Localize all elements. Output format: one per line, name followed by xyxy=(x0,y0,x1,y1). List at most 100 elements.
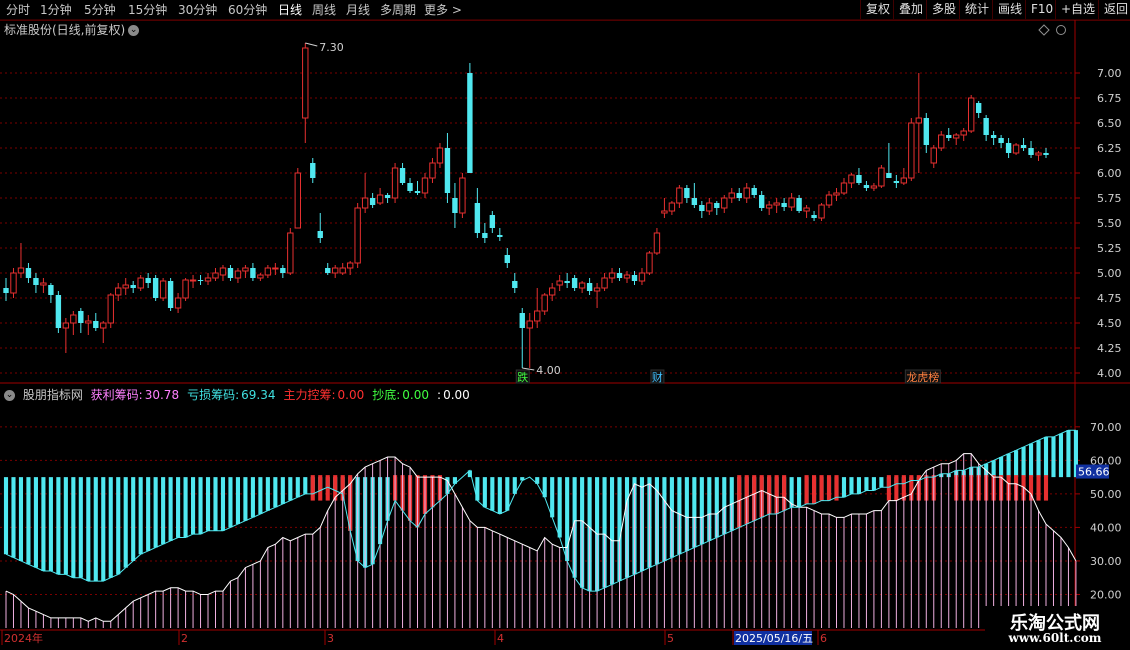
candle-body-up xyxy=(848,174,855,184)
candle-body-down xyxy=(33,278,39,285)
chevron-down-icon[interactable]: ⌄ xyxy=(4,390,15,401)
candle-body-up xyxy=(85,320,92,324)
candle-body-down xyxy=(317,231,323,238)
candle-body-up xyxy=(743,187,750,199)
max-marker-line xyxy=(305,42,318,47)
indicator-tick-label: 30.00 xyxy=(1090,555,1122,568)
candle-body-down xyxy=(399,168,406,183)
min-price-label: 4.00 xyxy=(536,364,561,377)
candle-body-down xyxy=(519,313,525,328)
indicator-tick-label: 20.00 xyxy=(1090,588,1122,601)
candle-body-up xyxy=(137,277,144,289)
candle-body-up xyxy=(122,284,129,289)
candle-body-up xyxy=(182,279,189,299)
candle-body-up xyxy=(870,185,878,189)
candle-body-down xyxy=(325,268,331,273)
candle-body-up xyxy=(788,197,795,208)
time-label-4: 5 xyxy=(667,632,674,645)
max-price-label: 7.30 xyxy=(319,41,344,54)
candle-body-down xyxy=(474,203,481,233)
candle-body-down xyxy=(990,135,997,138)
price-tick-label: 4.75 xyxy=(1097,292,1122,305)
circle-icon xyxy=(1056,25,1066,35)
candle-body-up xyxy=(548,287,556,296)
candle-body-up xyxy=(234,270,242,279)
candle-body-up xyxy=(638,272,646,282)
candle-body-up xyxy=(17,267,25,274)
time-label-0: 2024年 xyxy=(4,631,43,645)
candle-body-up xyxy=(534,310,541,322)
candle-body-down xyxy=(923,118,929,145)
indicator-tick-label: 50.00 xyxy=(1090,488,1122,501)
candle-body-down xyxy=(310,163,316,178)
candle-body-up xyxy=(526,320,533,329)
candle-body-up xyxy=(40,282,47,286)
indicator-tick-label: 40.00 xyxy=(1090,521,1122,534)
candle-body-up xyxy=(676,187,683,204)
time-label-6: 6 xyxy=(820,632,827,645)
price-tick-label: 6.50 xyxy=(1097,117,1122,130)
candle-body-up xyxy=(429,162,436,179)
indicator-item-label: : xyxy=(437,388,442,402)
candle-body-up xyxy=(332,267,339,274)
candle-body-down xyxy=(407,183,413,191)
watermark-url: www.60lt.com xyxy=(1008,631,1102,645)
candle-body-down xyxy=(571,278,578,288)
event-tag-0: 跌 xyxy=(517,370,528,384)
candle-body-up xyxy=(833,192,840,196)
candle-body-down xyxy=(781,203,787,207)
candle-body-down xyxy=(414,191,421,193)
candle-body-up xyxy=(287,232,294,274)
candle-body-down xyxy=(482,233,488,238)
candle-body-up xyxy=(601,277,608,289)
candle-body-up xyxy=(115,287,122,296)
candle-body-down xyxy=(736,193,742,198)
candle-body-up xyxy=(219,267,227,276)
candle-body-down xyxy=(946,135,952,138)
candle-body-down xyxy=(1020,145,1027,148)
indicator-item-2: 主力控筹: 0.00 xyxy=(283,388,368,402)
candle-body-down xyxy=(699,205,705,211)
candle-body-up xyxy=(459,177,466,214)
candle-body-up xyxy=(354,207,361,264)
candle-body-down xyxy=(758,195,765,208)
indicator-values: 获利筹码: 30.78 亏损筹码: 69.34 主力控筹: 0.00 抄底: 0.00:0.0… xyxy=(91,388,478,402)
candle-body-up xyxy=(653,232,661,254)
candle-body-up xyxy=(302,47,309,119)
candle-body-down xyxy=(497,235,503,237)
candle-body-up xyxy=(915,117,922,124)
time-label-3: 4 xyxy=(497,632,504,645)
chart-canvas: 4.00 4.25 4.50 4.75 5.00 5.25 5.50 5.75 6.00 6.25… xyxy=(0,19,1130,645)
candle-body-up xyxy=(773,202,780,206)
event-tag-2: 龙虎榜 xyxy=(906,370,939,384)
candle-body-up xyxy=(608,272,616,279)
candle-body-down xyxy=(1043,153,1049,155)
event-tag-1: 财 xyxy=(652,370,663,384)
candle-body-up xyxy=(346,262,354,269)
candle-body-down xyxy=(1005,143,1012,153)
candle-body-up xyxy=(900,177,908,184)
candle-body-up xyxy=(391,167,399,199)
candle-body-up xyxy=(668,202,676,212)
candle-body-up xyxy=(294,172,301,229)
candle-body-up xyxy=(960,130,967,136)
candle-body-up xyxy=(1035,152,1042,156)
indicator-item-0: 获利筹码: 30.78 xyxy=(91,388,183,402)
candle-body-down xyxy=(856,175,862,183)
candle-body-up xyxy=(436,147,444,164)
loss-curve xyxy=(5,429,1076,592)
price-tick-label: 6.75 xyxy=(1097,92,1122,105)
diamond-icon xyxy=(1038,24,1050,36)
candle-body-down xyxy=(384,195,391,198)
indicator-name[interactable]: 股朋指标网 xyxy=(23,388,83,402)
candle-body-up xyxy=(908,122,915,179)
indicator-item-value: 0.00 xyxy=(402,388,430,402)
candle-body-down xyxy=(863,185,870,188)
candle-body-down xyxy=(197,280,204,281)
candle-body-up xyxy=(70,314,77,324)
candle-body-down xyxy=(369,198,376,205)
candle-body-down xyxy=(714,203,720,208)
time-label-2: 3 xyxy=(327,632,334,645)
candle-body-up xyxy=(803,207,810,212)
candle-body-up xyxy=(646,252,653,274)
